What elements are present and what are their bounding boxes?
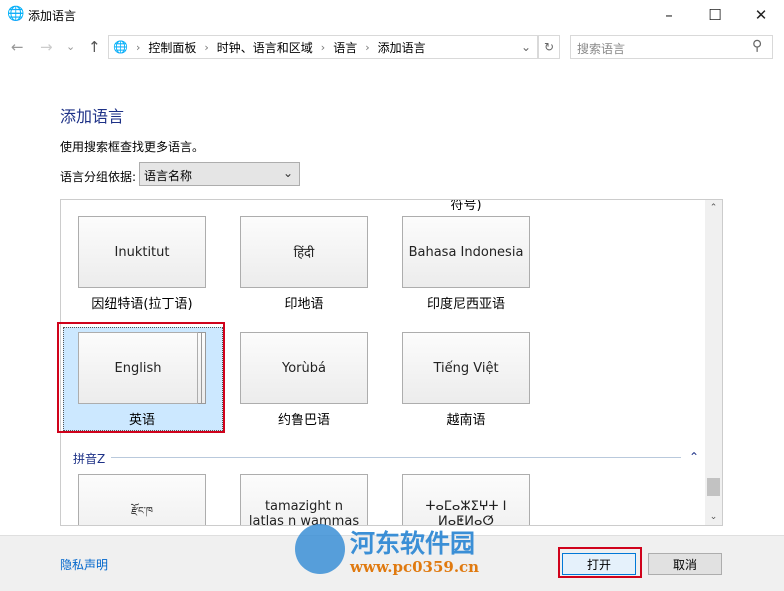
section-header: 拼音Z (73, 452, 106, 466)
language-tile-indonesian[interactable]: Bahasa Indonesia (402, 216, 530, 288)
language-label: 因纽特语(拉丁语) (91, 297, 193, 312)
language-tile-vietnamese[interactable]: Tiếng Việt (402, 332, 530, 404)
annotation-box (57, 322, 225, 433)
language-tile-tamazight-latin[interactable]: tamazight n laṭlaṣ n wammas (240, 474, 368, 525)
group-by-label: 语言分组依据: (60, 170, 137, 184)
scrollbar-thumb[interactable] (707, 478, 720, 496)
language-label: 越南语 (446, 413, 486, 428)
search-icon[interactable]: ⚲ (752, 38, 762, 54)
chevron-down-icon: ⌄ (282, 166, 293, 180)
breadcrumb-language[interactable]: 语言 (333, 39, 357, 56)
annotation-box (558, 547, 642, 578)
scroll-down-icon[interactable]: ⌄ (705, 512, 722, 522)
language-tile-yoruba[interactable]: Yorùbá (240, 332, 368, 404)
footer-bar: 隐私声明 河东软件园 www.pc0359.cn 打开 取消 (0, 524, 784, 591)
forward-button[interactable]: → (40, 38, 53, 56)
search-hint: 使用搜索框查找更多语言。 (60, 140, 205, 154)
minimize-button[interactable]: – (646, 0, 692, 30)
partial-label: 符号) (450, 199, 482, 213)
search-input[interactable]: 搜索语言 (570, 35, 773, 59)
collapse-section-icon[interactable]: ⌃ (689, 450, 699, 464)
language-label: 约鲁巴语 (277, 413, 330, 428)
section-divider (111, 457, 681, 458)
recent-locations-button[interactable]: ⌄ (66, 40, 75, 53)
location-icon: 🌐 (113, 40, 128, 54)
watermark-url: www.pc0359.cn (350, 558, 480, 576)
refresh-button[interactable]: ↻ (538, 35, 560, 59)
page-title: 添加语言 (60, 107, 125, 126)
breadcrumb-control-panel[interactable]: 控制面板 (148, 39, 196, 56)
back-button[interactable]: ← (11, 38, 24, 56)
address-dropdown-icon[interactable]: ⌄ (521, 40, 531, 54)
breadcrumb-add-language[interactable]: 添加语言 (378, 39, 426, 56)
address-bar[interactable]: 🌐 › 控制面板 › 时钟、语言和区域 › 语言 › 添加语言 ⌄ (108, 35, 538, 59)
watermark-logo (295, 524, 345, 574)
privacy-link[interactable]: 隐私声明 (60, 556, 108, 573)
vertical-scrollbar[interactable]: ⌃ ⌄ (705, 200, 722, 525)
language-tile-hindi[interactable]: हिंदी (240, 216, 368, 288)
close-button[interactable]: ✕ (738, 0, 784, 30)
group-by-value: 语言名称 (144, 169, 193, 183)
maximize-button[interactable]: ☐ (692, 0, 738, 30)
app-icon: 🌐 (7, 6, 25, 22)
language-tile-dzongkha[interactable]: རྫོང་ཁ (78, 474, 206, 525)
up-button[interactable]: ↑ (88, 38, 101, 56)
watermark-name: 河东软件园 (350, 529, 476, 558)
scroll-up-icon[interactable]: ⌃ (705, 203, 722, 213)
breadcrumb-clock-region[interactable]: 时钟、语言和区域 (217, 39, 313, 56)
window-title: 添加语言 (28, 9, 77, 23)
language-tile-inuktitut[interactable]: Inuktitut (78, 216, 206, 288)
language-tile-tamazight-tifinagh[interactable]: ⵜⴰⵎⴰⵣⵉⵖⵜ ⵏ ⵍⴰⵟⵍⴰⵚ (402, 474, 530, 525)
language-label: 印地语 (284, 297, 324, 312)
group-by-select[interactable]: 语言名称 ⌄ (139, 162, 300, 186)
cancel-button[interactable]: 取消 (648, 553, 722, 575)
language-label: 印度尼西亚语 (426, 297, 505, 312)
